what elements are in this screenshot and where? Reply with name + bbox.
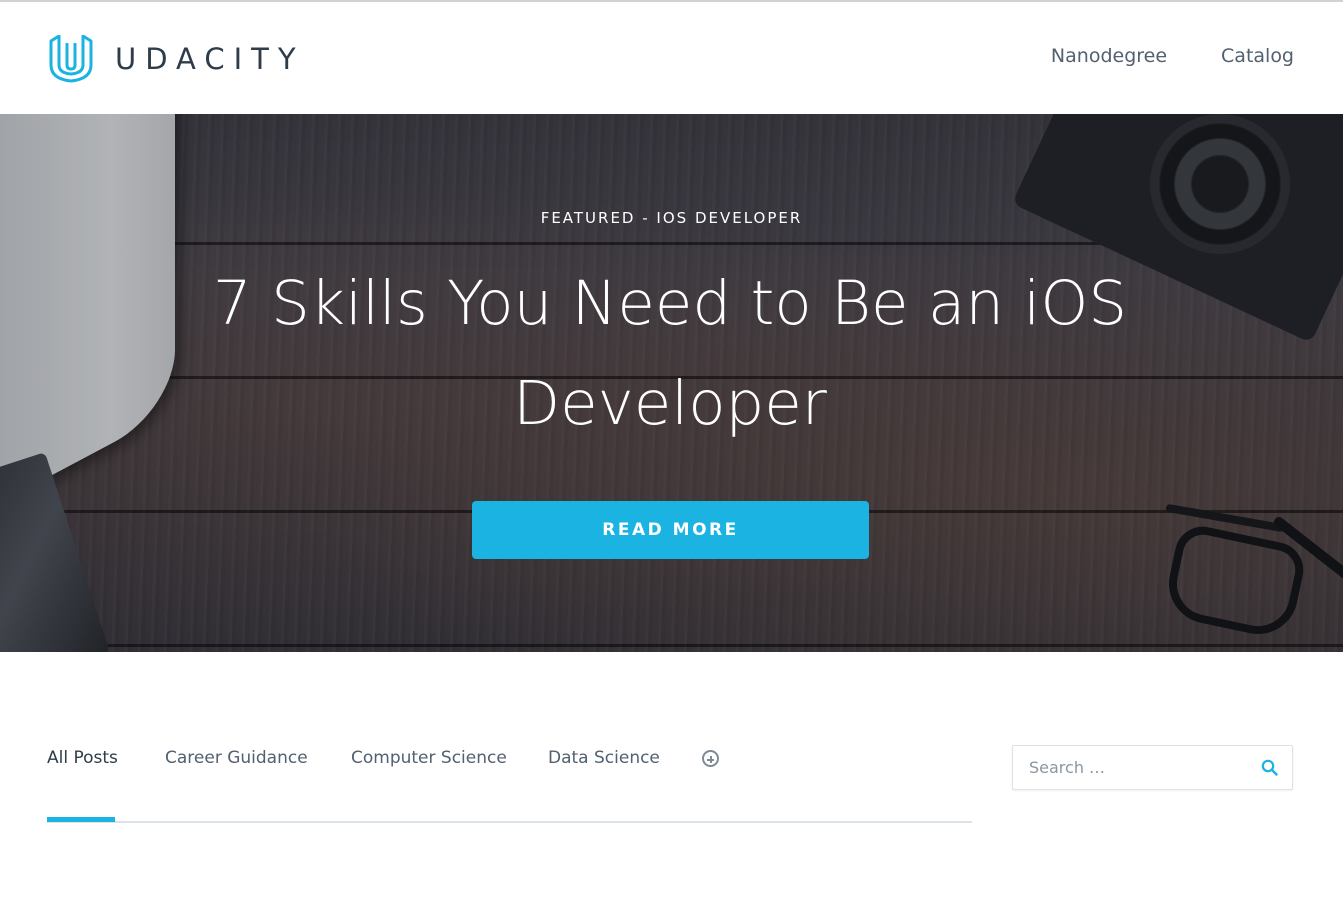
udacity-logo-link[interactable]: UDACITY <box>47 35 305 83</box>
tab-computer-science[interactable]: Computer Science <box>351 748 507 768</box>
brand-name: UDACITY <box>115 42 305 76</box>
hero-title[interactable]: 7 Skills You Need to Be an iOS Developer <box>190 254 1150 454</box>
hero-banner: FEATURED - IOS DEVELOPER 7 Skills You Ne… <box>0 114 1343 652</box>
search-icon[interactable] <box>1261 759 1278 776</box>
read-more-button[interactable]: READ MORE <box>472 501 869 559</box>
nav-item-nanodegree[interactable]: Nanodegree <box>1051 45 1167 67</box>
search-box <box>1012 745 1293 790</box>
active-tab-indicator <box>47 817 115 822</box>
category-tabs: All Posts Career Guidance Computer Scien… <box>47 744 972 824</box>
hero-content: FEATURED - IOS DEVELOPER 7 Skills You Ne… <box>0 114 1343 652</box>
udacity-logo-icon <box>49 35 93 83</box>
tab-data-science[interactable]: Data Science <box>548 748 660 768</box>
nav-item-catalog[interactable]: Catalog <box>1221 45 1294 67</box>
tab-all-posts[interactable]: All Posts <box>47 748 118 768</box>
plus-circle-icon[interactable] <box>702 750 719 767</box>
tabs-divider <box>47 821 972 823</box>
search-input[interactable] <box>1029 746 1249 789</box>
tab-career-guidance[interactable]: Career Guidance <box>165 748 308 768</box>
site-header: UDACITY Nanodegree Catalog <box>0 2 1343 114</box>
main-nav: Nanodegree Catalog <box>1051 45 1294 67</box>
featured-label: FEATURED - IOS DEVELOPER <box>540 209 803 227</box>
